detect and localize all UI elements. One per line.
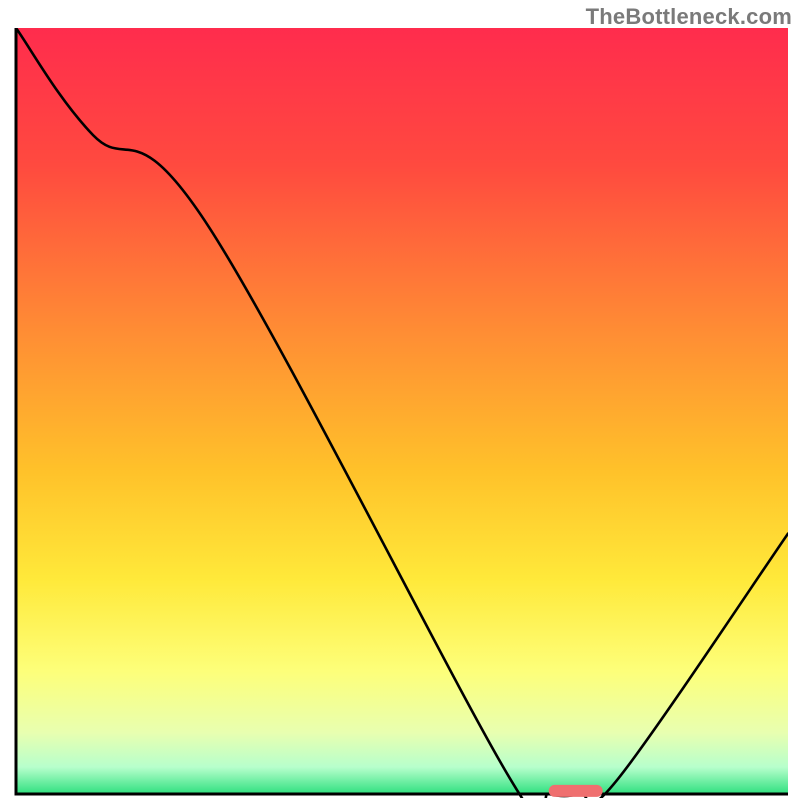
chart-stage: TheBottleneck.com: [0, 0, 800, 800]
gradient-background: [16, 28, 788, 794]
optimal-zone-marker: [549, 785, 603, 797]
chart-svg: [12, 28, 788, 798]
bottleneck-chart: [12, 28, 788, 798]
watermark-text: TheBottleneck.com: [586, 4, 792, 30]
